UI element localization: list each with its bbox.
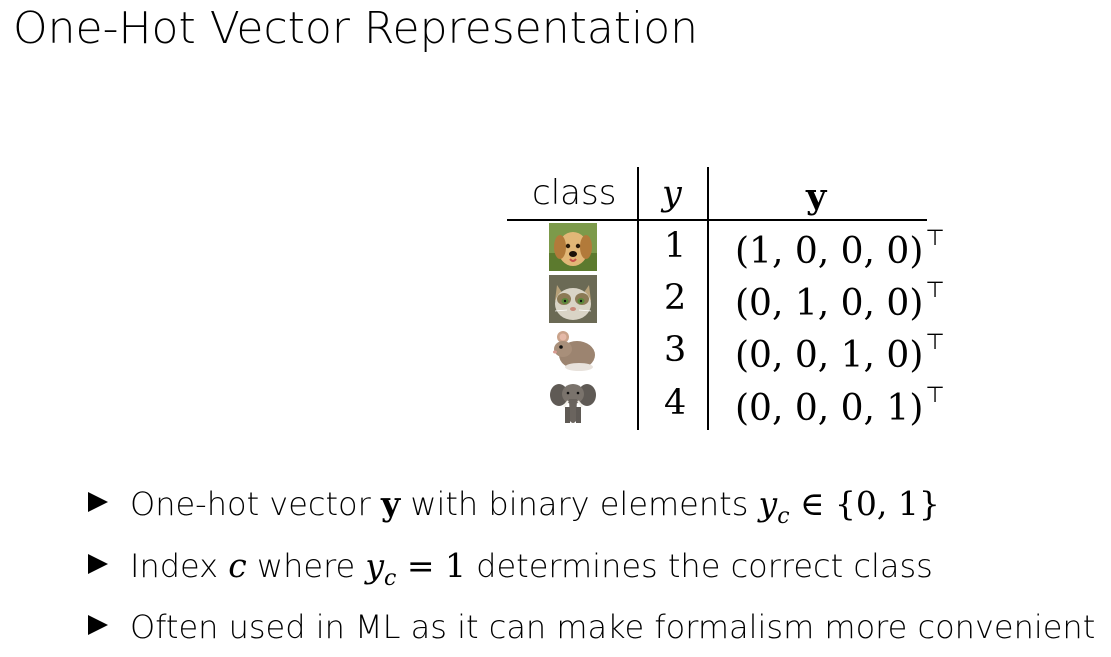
bullet-triangle-icon: [88, 492, 108, 512]
header-class: class: [532, 173, 617, 213]
row-2-vector: (0, 1, 0, 0)⊤: [735, 278, 945, 324]
table-divider-1: [637, 167, 639, 430]
row-4-vector: (0, 0, 0, 1)⊤: [735, 383, 945, 429]
row-1-label: 1: [664, 226, 687, 266]
elephant-photo: [549, 379, 597, 427]
row-3-vector: (0, 0, 1, 0)⊤: [735, 330, 945, 376]
row-4-label: 4: [664, 383, 687, 423]
dog-photo: [549, 223, 597, 271]
header-y-scalar: y: [662, 174, 682, 214]
slide-title: One-Hot Vector Representation: [13, 3, 699, 54]
mouse-photo: [549, 327, 597, 375]
table-divider-2: [707, 167, 709, 430]
bullet-triangle-icon: [88, 554, 108, 574]
row-1-vector: (1, 0, 0, 0)⊤: [735, 226, 945, 272]
bullet-triangle-icon: [88, 615, 108, 635]
cat-photo: [549, 275, 597, 323]
header-y-vector: y: [806, 176, 827, 217]
bullet-item-3: Often used in ML as it can make formalis…: [88, 608, 1095, 647]
table-header-rule: [507, 219, 927, 221]
bullet-item-2: Index c where yc = 1 determines the corr…: [88, 546, 933, 591]
bullet-item-1: One-hot vector y with binary elements yc…: [88, 484, 940, 529]
row-3-label: 3: [664, 330, 687, 370]
row-2-label: 2: [664, 278, 687, 318]
